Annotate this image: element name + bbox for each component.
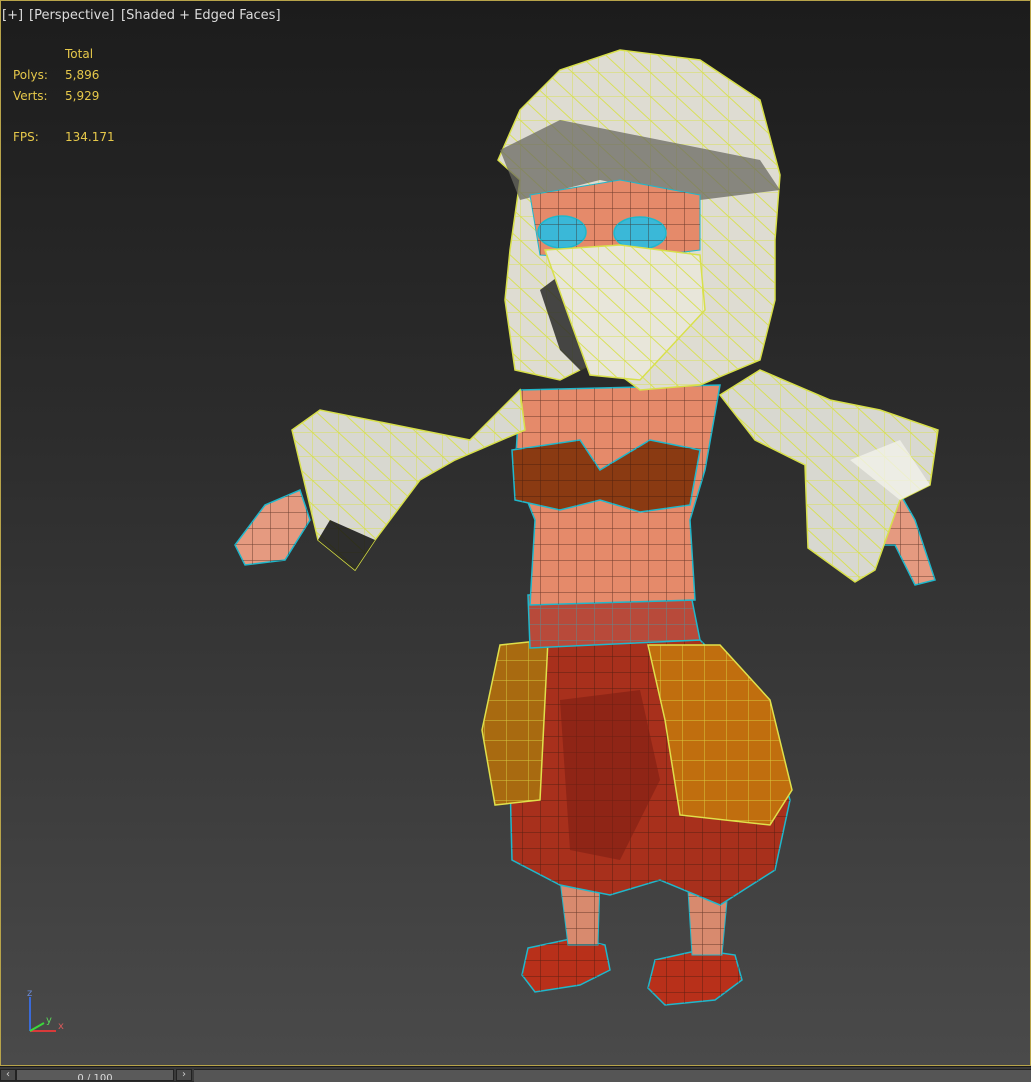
left-shoe bbox=[521, 937, 611, 993]
timeline-bar: ‹ 0 / 100 › bbox=[0, 1066, 1031, 1082]
verts-value: 5,929 bbox=[65, 89, 100, 103]
next-frame-button[interactable]: › bbox=[176, 1069, 192, 1081]
chevron-right-icon: › bbox=[182, 1069, 186, 1080]
perspective-viewport[interactable]: [+] [Perspective] [Shaded + Edged Faces]… bbox=[0, 0, 1031, 1066]
verts-label: Verts: bbox=[13, 89, 48, 103]
axis-x-label: x bbox=[58, 1021, 64, 1032]
time-slider[interactable]: 0 / 100 bbox=[16, 1069, 174, 1081]
fps-value: 134.171 bbox=[65, 130, 115, 144]
viewport-statistics: Total Polys: 5,896 Verts: 5,929 FPS: 134… bbox=[0, 44, 160, 154]
viewport-menu-button[interactable]: [+] bbox=[2, 7, 23, 25]
fps-label: FPS: bbox=[13, 130, 39, 144]
torso bbox=[511, 384, 721, 606]
view-mode-button[interactable]: [Perspective] bbox=[29, 7, 114, 25]
axis-y-label: y bbox=[46, 1015, 52, 1026]
right-shoe bbox=[647, 949, 743, 1006]
axis-tripod-icon: z x y bbox=[27, 988, 64, 1032]
character-model[interactable] bbox=[0, 0, 1031, 1066]
polys-value: 5,896 bbox=[65, 68, 100, 82]
prev-frame-button[interactable]: ‹ bbox=[0, 1069, 16, 1081]
shading-mode-button[interactable]: [Shaded + Edged Faces] bbox=[121, 7, 281, 25]
right-arm bbox=[718, 369, 939, 586]
left-arm bbox=[234, 388, 526, 572]
timeline-track[interactable] bbox=[194, 1069, 1031, 1082]
stats-header: Total bbox=[65, 47, 94, 61]
chevron-left-icon: ‹ bbox=[6, 1069, 10, 1080]
axis-z-label: z bbox=[27, 988, 32, 999]
polys-label: Polys: bbox=[13, 68, 48, 82]
